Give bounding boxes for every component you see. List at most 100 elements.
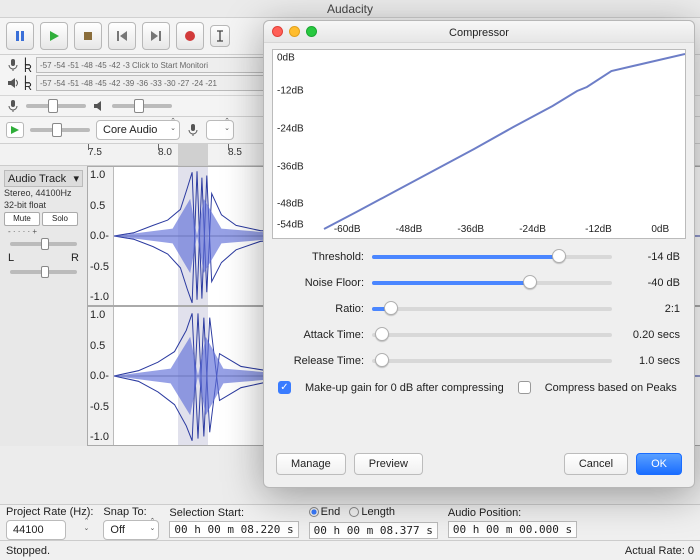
release-time-value: 1.0 secs: [620, 355, 680, 367]
threshold-label: Threshold:: [278, 251, 364, 263]
audio-position-label: Audio Position:: [448, 507, 577, 519]
y-tick: 0dB: [277, 52, 295, 63]
x-tick: -36dB: [457, 224, 484, 235]
play-button[interactable]: [40, 22, 68, 50]
play-speed-slider[interactable]: [30, 128, 90, 132]
rec-channel-labels: LR: [24, 59, 32, 72]
dialog-title: Compressor: [449, 27, 509, 39]
recording-meter[interactable]: -57 -54 -51 -48 -45 -42 -3 Click to Star…: [36, 57, 266, 73]
record-button[interactable]: [176, 22, 204, 50]
release-time-slider[interactable]: [372, 359, 612, 363]
mic-icon: [186, 123, 200, 137]
y-tick: -12dB: [277, 86, 304, 97]
x-tick: -12dB: [585, 224, 612, 235]
pan-right-label: R: [71, 252, 79, 264]
y-tick: -54dB: [277, 219, 304, 230]
compressor-dialog: Compressor 0dB -12dB -24dB -36dB -48dB -…: [263, 20, 695, 488]
track-header[interactable]: Audio Track ▾ Stereo, 44100Hz 32-bit floa…: [0, 166, 88, 446]
noise-floor-value: -40 dB: [620, 277, 680, 289]
zoom-icon[interactable]: [306, 26, 317, 37]
transport-state: Stopped.: [6, 545, 50, 557]
ruler-tick: 7.5: [88, 144, 158, 165]
play-channel-labels: LR: [24, 77, 32, 90]
compress-peaks-label: Compress based on Peaks: [545, 382, 677, 394]
project-rate-select[interactable]: 44100: [6, 520, 66, 540]
noise-floor-slider[interactable]: [372, 281, 612, 285]
x-tick: -60dB: [334, 224, 361, 235]
selection-end-time[interactable]: 00 h 00 m 08.377 s: [309, 522, 438, 539]
track-menu[interactable]: Audio Track ▾: [4, 170, 83, 187]
project-rate-label: Project Rate (Hz):: [6, 506, 93, 518]
main-window-title: Audacity: [0, 0, 700, 18]
release-time-label: Release Time:: [278, 355, 364, 367]
makeup-gain-checkbox[interactable]: ✓: [278, 381, 291, 394]
compress-peaks-checkbox[interactable]: [518, 381, 531, 394]
mic-icon: [6, 99, 20, 113]
selection-start-time[interactable]: 00 h 00 m 08.220 s: [169, 521, 298, 538]
recording-volume-slider[interactable]: [26, 104, 86, 108]
selection-toolbar: Project Rate (Hz): 44100 Snap To: Off Se…: [0, 504, 700, 540]
pause-button[interactable]: [6, 22, 34, 50]
playback-meter[interactable]: -57 -54 -51 -48 -45 -42 -39 -36 -33 -30 …: [36, 75, 266, 91]
ruler-tick: 8.0: [158, 144, 228, 165]
recording-device-select[interactable]: B: [206, 120, 234, 140]
speaker-icon: [92, 99, 106, 113]
attack-time-value: 0.20 secs: [620, 329, 680, 341]
ok-button[interactable]: OK: [636, 453, 682, 475]
track-format-info: Stereo, 44100Hz: [4, 187, 83, 199]
x-tick: -24dB: [519, 224, 546, 235]
ratio-slider[interactable]: [372, 307, 612, 311]
pan-slider[interactable]: [10, 270, 77, 274]
snap-to-select[interactable]: Off: [103, 520, 159, 540]
mute-button[interactable]: Mute: [4, 212, 40, 226]
y-tick: -36dB: [277, 161, 304, 172]
threshold-slider[interactable]: [372, 255, 612, 259]
pan-left-label: L: [8, 252, 14, 264]
manage-button[interactable]: Manage: [276, 453, 346, 475]
length-radio-label: Length: [361, 506, 395, 518]
y-tick: -24dB: [277, 123, 304, 134]
threshold-value: -14 dB: [620, 251, 680, 263]
playback-volume-slider[interactable]: [112, 104, 172, 108]
end-radio-label: End: [321, 506, 341, 518]
end-radio[interactable]: End: [309, 506, 341, 518]
amplitude-scale: 1.00.50.0--0.5-1.0: [88, 167, 114, 305]
amplitude-scale: 1.00.50.0--0.5-1.0: [88, 307, 114, 445]
compressor-params: Threshold: -14 dB Noise Floor: -40 dB Ra…: [264, 247, 694, 371]
ratio-label: Ratio:: [278, 303, 364, 315]
gain-slider[interactable]: [10, 242, 77, 246]
track-bitdepth-info: 32-bit float: [4, 199, 83, 211]
ratio-value: 2:1: [620, 303, 680, 315]
snap-to-label: Snap To:: [103, 506, 159, 518]
y-tick: -48dB: [277, 199, 304, 210]
audio-host-select[interactable]: Core Audio: [96, 120, 180, 140]
compressor-graph: 0dB -12dB -24dB -36dB -48dB -54dB -60dB …: [272, 49, 686, 239]
compressor-curve: [273, 50, 685, 238]
attack-time-label: Attack Time:: [278, 329, 364, 341]
close-icon[interactable]: [272, 26, 283, 37]
status-bar: Stopped. Actual Rate: 0: [0, 540, 700, 560]
mic-icon: [6, 58, 20, 72]
solo-button[interactable]: Solo: [42, 212, 78, 226]
noise-floor-label: Noise Floor:: [278, 277, 364, 289]
dialog-titlebar[interactable]: Compressor: [264, 21, 694, 43]
speaker-icon: [6, 76, 20, 90]
cancel-button[interactable]: Cancel: [564, 453, 628, 475]
track-menu-label: Audio Track: [8, 173, 66, 185]
skip-end-button[interactable]: [142, 22, 170, 50]
skip-start-button[interactable]: [108, 22, 136, 50]
length-radio[interactable]: Length: [349, 506, 395, 518]
attack-time-slider[interactable]: [372, 333, 612, 337]
audio-position-time[interactable]: 00 h 00 m 00.000 s: [448, 521, 577, 538]
actual-rate: Actual Rate: 0: [625, 545, 694, 557]
x-tick: -48dB: [396, 224, 423, 235]
minimize-icon[interactable]: [289, 26, 300, 37]
play-at-speed-button[interactable]: [6, 122, 24, 138]
tool-ibeam[interactable]: [210, 25, 230, 47]
chevron-down-icon: ▾: [73, 172, 79, 185]
makeup-gain-label: Make-up gain for 0 dB after compressing: [305, 382, 504, 394]
stop-button[interactable]: [74, 22, 102, 50]
x-tick: 0dB: [651, 224, 669, 235]
preview-button[interactable]: Preview: [354, 453, 423, 475]
selection-start-label: Selection Start:: [169, 507, 298, 519]
